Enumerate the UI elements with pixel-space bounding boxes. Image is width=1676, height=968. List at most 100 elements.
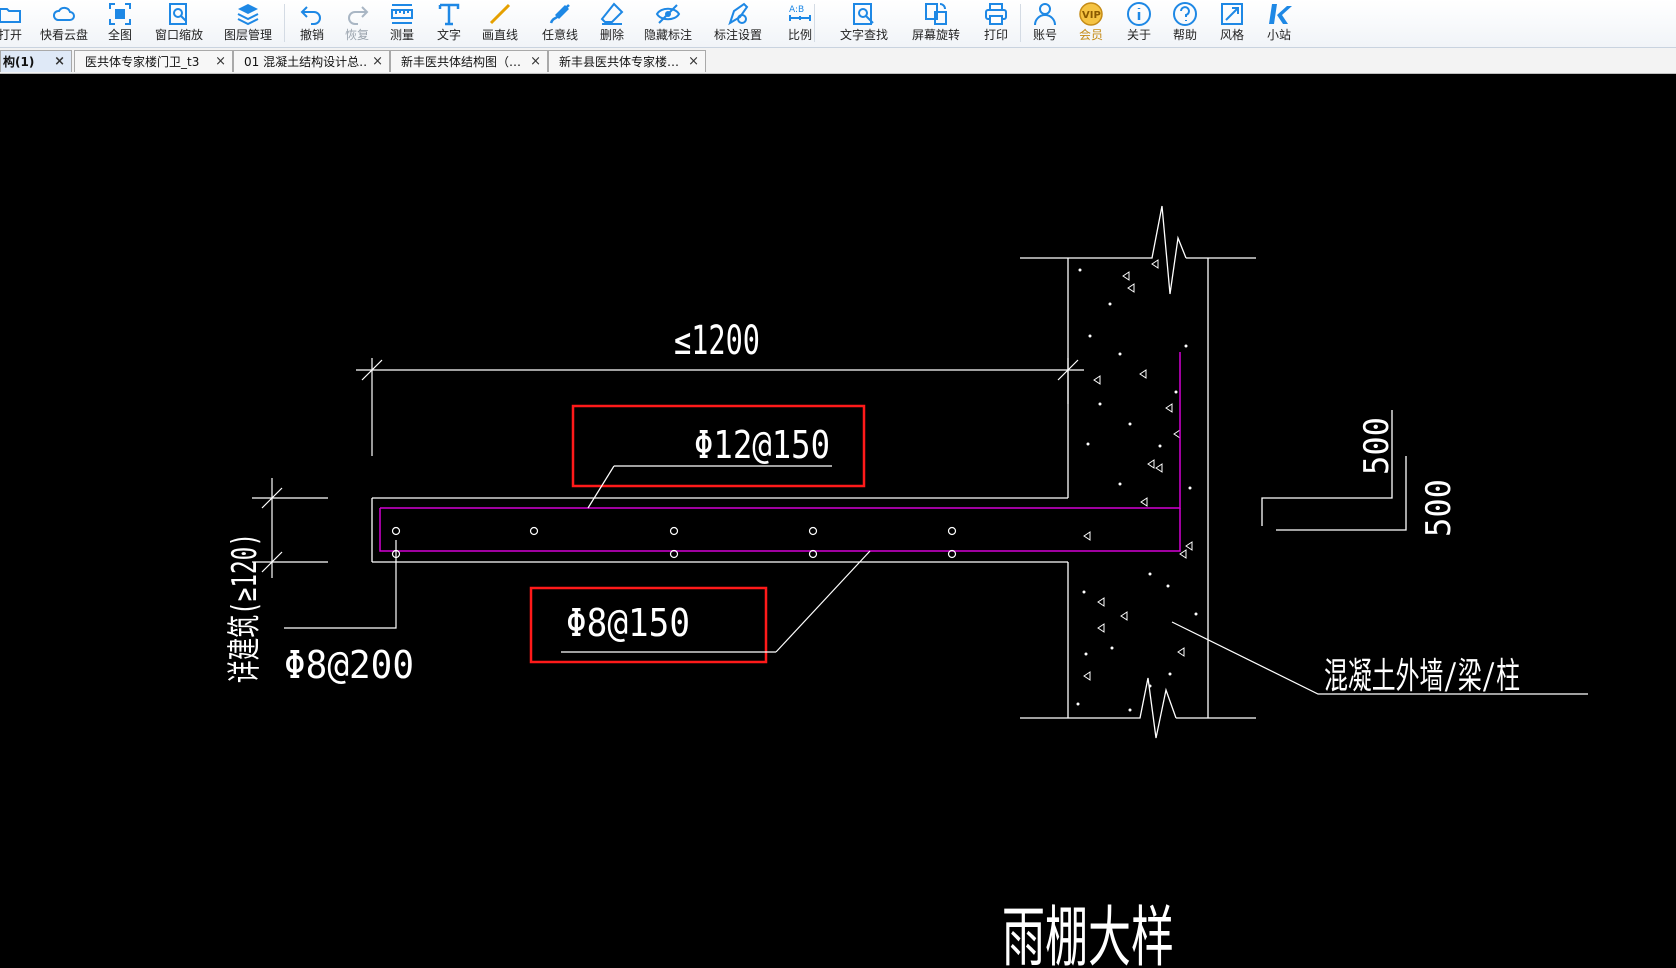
toolbar-button-label: 会员 xyxy=(1078,28,1103,42)
hatch-speck xyxy=(1148,684,1152,688)
toolbar-button-label: 文字 xyxy=(436,28,461,42)
fit-all-icon xyxy=(109,3,131,25)
scale-icon: A:B xyxy=(789,5,811,21)
freehand-button[interactable]: 任意线 xyxy=(530,0,590,47)
toolbar-button-label: 窗口缩放 xyxy=(154,28,203,42)
toolbar-button-label: 标注设置 xyxy=(713,28,762,42)
tab-label: 新丰医共体结构图（… xyxy=(401,55,522,69)
document-tab[interactable]: 新丰县医共体专家楼… × xyxy=(548,50,706,72)
hatch-speck xyxy=(1108,302,1112,306)
toolbar-button-label: 快看云盘 xyxy=(39,28,88,42)
hatch-speck xyxy=(1078,268,1082,272)
annotation-settings-button[interactable]: 标注设置 xyxy=(708,0,768,47)
toolbar-button-label: 删除 xyxy=(599,28,624,42)
rotate-screen-icon xyxy=(925,3,947,25)
anchor-length-text-a: 500 xyxy=(1357,417,1397,475)
hatch-speck xyxy=(1194,612,1198,616)
hatch-speck xyxy=(1188,486,1192,490)
hatch-speck xyxy=(1110,646,1114,650)
hatch-speck xyxy=(1082,590,1086,594)
hatch-speck xyxy=(1166,584,1170,588)
top-rebar-text: Φ12@150 xyxy=(694,423,830,467)
toolbar-button-label: 帮助 xyxy=(1172,28,1197,42)
hatch-speck xyxy=(1088,334,1092,338)
zoom-window-icon xyxy=(169,3,187,25)
svg-text:A:B: A:B xyxy=(789,5,804,15)
hatch-speck xyxy=(1118,352,1122,356)
svg-text:VIP: VIP xyxy=(1082,10,1101,21)
eraser-button[interactable]: 删除 xyxy=(582,0,642,47)
cloud-icon xyxy=(52,6,75,21)
toolbar-button-label: 风格 xyxy=(1219,28,1244,42)
tab-label: 医共体专家楼门卫_t3 xyxy=(85,55,200,69)
hatch-speck xyxy=(1118,482,1122,486)
zoom-window-button[interactable]: 窗口缩放 xyxy=(149,0,209,47)
main-toolbar: 打开 快看云盘 全图 窗口缩放 图层管理 撤销 恢复 测量 文字 画直线 任意线 删除 隐藏标注 标注设置… xyxy=(0,0,1676,48)
cloud-button[interactable]: 快看云盘 xyxy=(34,0,94,47)
tab-label: 构(1) xyxy=(3,55,35,69)
line-icon xyxy=(489,3,511,25)
document-tab[interactable]: 医共体专家楼门卫_t3 × xyxy=(74,50,233,72)
layers-icon xyxy=(237,4,259,26)
hide-annotation-icon xyxy=(655,4,681,24)
help-icon xyxy=(1173,2,1197,26)
toolbar-separator xyxy=(814,4,815,42)
vip-icon: VIP xyxy=(1079,2,1103,26)
printer-icon xyxy=(985,3,1007,25)
toolbar-button-label: 小站 xyxy=(1266,28,1291,42)
scale-button[interactable]: A:B 比例 xyxy=(770,0,830,47)
site-logo-button[interactable]: 小站 xyxy=(1249,0,1309,47)
cad-drawing-canvas[interactable]: ≤1200 详建筑(≥120) Φ12@150 Φ8@150 Φ8@200 50… xyxy=(0,74,1676,968)
tab-label: 新丰县医共体专家楼… xyxy=(559,55,680,69)
toolbar-separator xyxy=(284,4,285,42)
hatch-speck xyxy=(1128,708,1132,712)
measure-icon xyxy=(391,4,413,24)
close-icon[interactable]: × xyxy=(688,54,699,69)
layers-button[interactable]: 图层管理 xyxy=(218,0,278,47)
fit-all-button[interactable]: 全图 xyxy=(90,0,150,47)
text-search-icon xyxy=(853,3,874,25)
toolbar-button-label: 账号 xyxy=(1032,28,1057,42)
hide-annotation-button[interactable]: 隐藏标注 xyxy=(638,0,698,47)
text-icon xyxy=(438,3,460,26)
span-dimension-text: ≤1200 xyxy=(674,318,760,364)
wall-label-text: 混凝土外墙/梁/柱 xyxy=(1324,656,1520,697)
site-logo-icon xyxy=(1269,4,1292,24)
toolbar-button-label: 打开 xyxy=(0,28,22,42)
text-search-button[interactable]: 文字查找 xyxy=(834,0,894,47)
hatch-speck xyxy=(1184,344,1188,348)
toolbar-button-label: 测量 xyxy=(389,28,414,42)
anchor-length-text-b: 500 xyxy=(1419,479,1459,537)
folder-open-icon xyxy=(0,8,21,23)
toolbar-button-label: 打印 xyxy=(983,28,1008,42)
hatch-speck xyxy=(1128,422,1132,426)
toolbar-button-label: 撤销 xyxy=(299,28,324,42)
eraser-icon xyxy=(600,2,624,25)
toolbar-button-label: 任意线 xyxy=(541,28,578,42)
thickness-note-text: 详建筑(≥120) xyxy=(225,533,265,683)
toolbar-button-label: 图层管理 xyxy=(223,28,272,42)
hatch-speck xyxy=(1098,402,1102,406)
redo-icon xyxy=(348,6,369,25)
toolbar-button-label: 全图 xyxy=(107,28,132,42)
tab-label: 01 混凝土结构设计总… xyxy=(244,55,367,69)
close-icon[interactable]: × xyxy=(54,54,65,69)
document-tab[interactable]: 新丰医共体结构图（… × xyxy=(390,50,548,72)
toolbar-separator xyxy=(1020,4,1021,42)
hatch-speck xyxy=(1168,672,1172,676)
line-button[interactable]: 画直线 xyxy=(470,0,530,47)
toolbar-button-label: 比例 xyxy=(787,28,812,42)
document-tab[interactable]: 构(1) × xyxy=(0,50,72,72)
detail-title: 雨棚大样 xyxy=(1002,899,1174,968)
close-icon[interactable]: × xyxy=(372,54,383,69)
document-tab[interactable]: 01 混凝土结构设计总… × xyxy=(233,50,390,72)
toolbar-button-label: 恢复 xyxy=(344,28,369,42)
rotate-screen-button[interactable]: 屏幕旋转 xyxy=(906,0,966,47)
toolbar-button-label: 关于 xyxy=(1126,28,1151,42)
bottom-rebar-text: Φ8@150 xyxy=(566,601,690,645)
close-icon[interactable]: × xyxy=(530,54,541,69)
user-icon xyxy=(1034,3,1056,26)
close-icon[interactable]: × xyxy=(215,54,226,69)
hatch-speck xyxy=(1086,442,1090,446)
hatch-speck xyxy=(1084,652,1088,656)
